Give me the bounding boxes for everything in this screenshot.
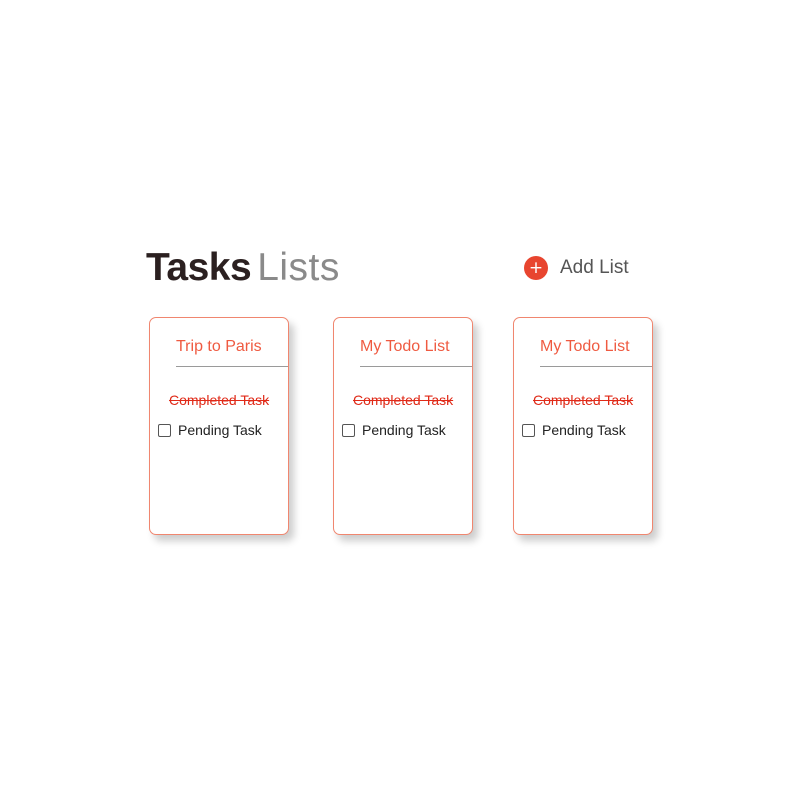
tasks-lists-page: Tasks Lists + Add List Trip to Paris Comp… [0, 0, 800, 800]
pending-task: Pending Task [158, 422, 262, 438]
page-title-light: Lists [257, 246, 340, 289]
completed-task[interactable]: Completed Task [533, 392, 633, 408]
list-card: Trip to Paris Completed Task Pending Tas… [149, 317, 289, 535]
list-title-divider [176, 366, 288, 367]
add-list-label: Add List [560, 257, 629, 278]
add-list-button[interactable]: + Add List [524, 256, 629, 280]
list-title[interactable]: My Todo List [540, 338, 630, 356]
pending-task-label[interactable]: Pending Task [178, 422, 262, 438]
pending-task: Pending Task [342, 422, 446, 438]
list-title[interactable]: Trip to Paris [176, 338, 262, 356]
pending-task-label[interactable]: Pending Task [542, 422, 626, 438]
task-checkbox[interactable] [522, 423, 535, 437]
pending-task: Pending Task [522, 422, 626, 438]
list-card: My Todo List Completed Task Pending Task [333, 317, 473, 535]
list-card: My Todo List Completed Task Pending Task [513, 317, 653, 535]
list-title-divider [360, 366, 472, 367]
pending-task-label[interactable]: Pending Task [362, 422, 446, 438]
completed-task[interactable]: Completed Task [353, 392, 453, 408]
completed-task[interactable]: Completed Task [169, 392, 269, 408]
list-title-divider [540, 366, 652, 367]
page-title-bold: Tasks [146, 246, 252, 289]
task-checkbox[interactable] [158, 423, 171, 437]
page-title: Tasks Lists [146, 246, 340, 290]
list-title[interactable]: My Todo List [360, 338, 450, 356]
plus-icon: + [524, 256, 548, 280]
task-checkbox[interactable] [342, 423, 355, 437]
